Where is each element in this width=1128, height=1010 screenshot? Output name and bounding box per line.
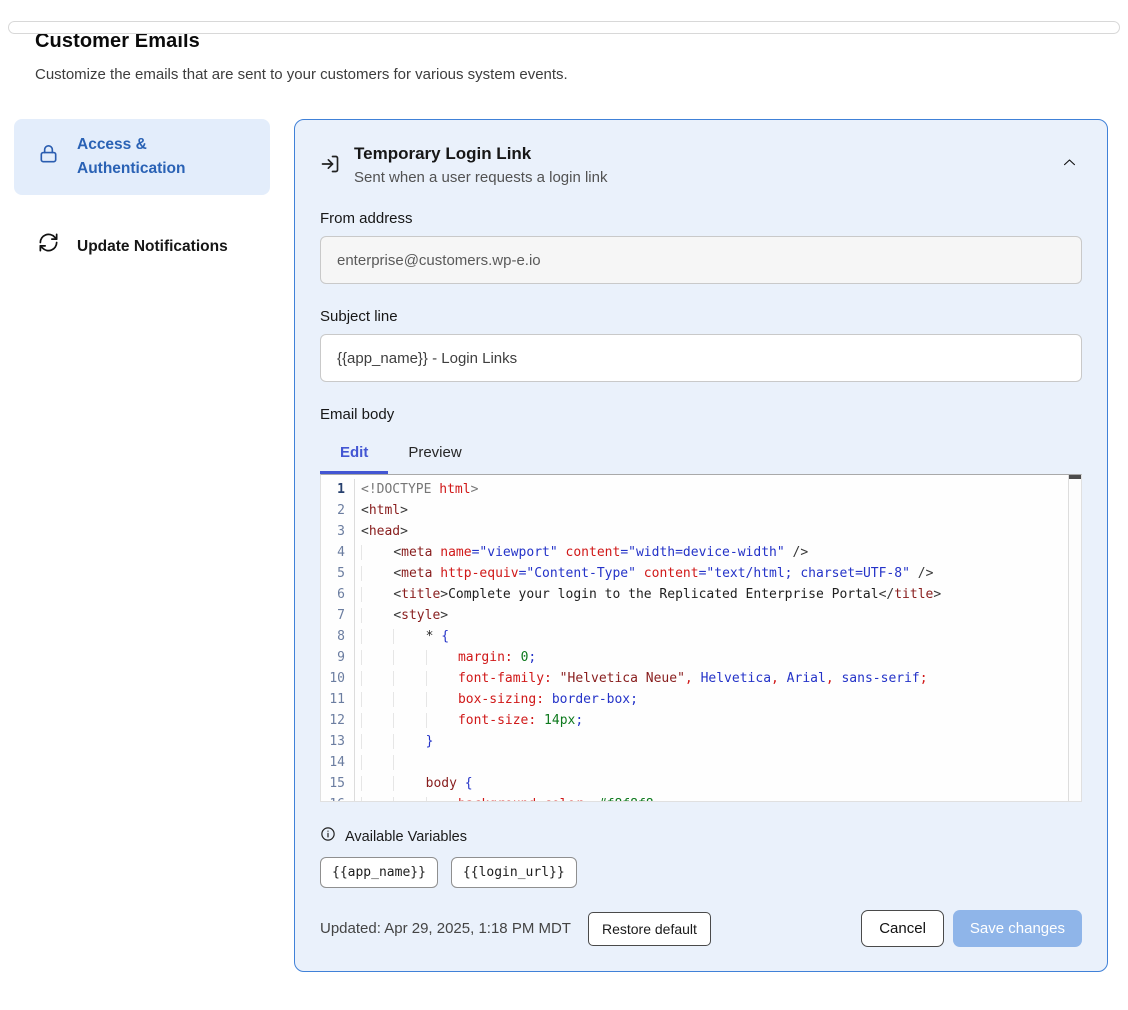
code-text: } bbox=[355, 731, 433, 752]
code-text: font-size: 14px; bbox=[355, 710, 583, 731]
code-text: <html> bbox=[355, 500, 408, 521]
code-line: 9 margin: 0; bbox=[321, 647, 1081, 668]
line-number: 12 bbox=[321, 710, 355, 731]
from-address-input[interactable] bbox=[320, 236, 1082, 284]
code-text: background-color: #f8f8f8; bbox=[355, 794, 661, 802]
code-line: 3<head> bbox=[321, 521, 1081, 542]
lock-icon bbox=[37, 142, 60, 173]
panel-title: Temporary Login Link bbox=[354, 144, 1043, 164]
line-number: 13 bbox=[321, 731, 355, 752]
from-address-label: From address bbox=[320, 210, 1082, 227]
line-number: 14 bbox=[321, 752, 355, 773]
line-number: 11 bbox=[321, 689, 355, 710]
variable-chip-login-url[interactable]: {{login_url}} bbox=[451, 857, 577, 888]
panel-header: Temporary Login Link Sent when a user re… bbox=[320, 144, 1082, 186]
code-text: <style> bbox=[355, 605, 448, 626]
subject-line-input[interactable] bbox=[320, 334, 1082, 382]
sidebar-item-label: Access & Authentication bbox=[77, 133, 252, 181]
code-text: <head> bbox=[355, 521, 408, 542]
line-number: 15 bbox=[321, 773, 355, 794]
tab-edit[interactable]: Edit bbox=[320, 435, 388, 474]
line-number: 8 bbox=[321, 626, 355, 647]
line-number: 6 bbox=[321, 584, 355, 605]
available-variables-row: Available Variables bbox=[320, 826, 1082, 847]
sidebar-item-access-authentication[interactable]: Access & Authentication bbox=[14, 119, 270, 195]
code-text bbox=[355, 752, 426, 773]
line-number: 10 bbox=[321, 668, 355, 689]
code-lines: 1<!DOCTYPE html>2<html>3<head>4 <meta na… bbox=[321, 475, 1081, 802]
line-number: 16 bbox=[321, 794, 355, 802]
cancel-button[interactable]: Cancel bbox=[861, 910, 944, 947]
code-line: 1<!DOCTYPE html> bbox=[321, 479, 1081, 500]
code-line: 11 box-sizing: border-box; bbox=[321, 689, 1081, 710]
updated-timestamp: Updated: Apr 29, 2025, 1:18 PM MDT bbox=[320, 920, 571, 937]
sidebar-item-label: Update Notifications bbox=[77, 235, 228, 259]
save-changes-button[interactable]: Save changes bbox=[953, 910, 1082, 947]
code-text: box-sizing: border-box; bbox=[355, 689, 638, 710]
code-line: 6 <title>Complete your login to the Repl… bbox=[321, 584, 1081, 605]
line-number: 9 bbox=[321, 647, 355, 668]
variable-chips: {{app_name}} {{login_url}} bbox=[320, 857, 1082, 888]
temporary-login-link-panel: Temporary Login Link Sent when a user re… bbox=[294, 119, 1108, 972]
previous-card-bottom-edge bbox=[8, 21, 1120, 34]
info-icon bbox=[320, 826, 336, 847]
refresh-icon bbox=[37, 231, 60, 262]
code-line: 12 font-size: 14px; bbox=[321, 710, 1081, 731]
code-text: font-family: "Helvetica Neue", Helvetica… bbox=[355, 668, 928, 689]
available-variables-label: Available Variables bbox=[345, 829, 467, 845]
chevron-up-icon bbox=[1061, 159, 1078, 174]
code-editor[interactable]: 1<!DOCTYPE html>2<html>3<head>4 <meta na… bbox=[320, 474, 1082, 802]
page-description: Customize the emails that are sent to yo… bbox=[35, 66, 1128, 83]
line-number: 1 bbox=[321, 479, 355, 500]
code-line: 10 font-family: "Helvetica Neue", Helvet… bbox=[321, 668, 1081, 689]
code-text: <!DOCTYPE html> bbox=[355, 479, 478, 500]
line-number: 4 bbox=[321, 542, 355, 563]
email-body-label: Email body bbox=[320, 406, 1082, 423]
code-text: body { bbox=[355, 773, 473, 794]
collapse-panel-button[interactable] bbox=[1057, 150, 1082, 178]
code-text: * { bbox=[355, 626, 449, 647]
email-body-tabs: EditPreview bbox=[320, 435, 1082, 474]
editor-scrollbar[interactable] bbox=[1068, 475, 1081, 801]
code-line: 13 } bbox=[321, 731, 1081, 752]
restore-default-button[interactable]: Restore default bbox=[588, 912, 711, 946]
editor-scrollbar-thumb[interactable] bbox=[1069, 475, 1081, 479]
panel-header-text: Temporary Login Link Sent when a user re… bbox=[354, 144, 1043, 186]
code-line: 8 * { bbox=[321, 626, 1081, 647]
code-text: <meta http-equiv="Content-Type" content=… bbox=[355, 563, 933, 584]
code-line: 7 <style> bbox=[321, 605, 1081, 626]
code-line: 2<html> bbox=[321, 500, 1081, 521]
code-line: 16 background-color: #f8f8f8; bbox=[321, 794, 1081, 802]
panel-subtitle: Sent when a user requests a login link bbox=[354, 169, 1043, 186]
code-line: 14 bbox=[321, 752, 1081, 773]
code-line: 4 <meta name="viewport" content="width=d… bbox=[321, 542, 1081, 563]
line-number: 3 bbox=[321, 521, 355, 542]
email-types-sidebar: Access & Authentication Update Notificati… bbox=[14, 119, 270, 276]
sidebar-item-update-notifications[interactable]: Update Notifications bbox=[14, 217, 270, 276]
line-number: 5 bbox=[321, 563, 355, 584]
code-text: <title>Complete your login to the Replic… bbox=[355, 584, 941, 605]
line-number: 7 bbox=[321, 605, 355, 626]
content-layout: Access & Authentication Update Notificati… bbox=[0, 119, 1128, 972]
code-line: 5 <meta http-equiv="Content-Type" conten… bbox=[321, 563, 1081, 584]
line-number: 2 bbox=[321, 500, 355, 521]
panel-footer: Updated: Apr 29, 2025, 1:18 PM MDT Resto… bbox=[320, 910, 1082, 947]
subject-line-label: Subject line bbox=[320, 308, 1082, 325]
login-icon bbox=[320, 154, 340, 179]
code-line: 15 body { bbox=[321, 773, 1081, 794]
tab-preview[interactable]: Preview bbox=[388, 435, 481, 474]
variable-chip-app-name[interactable]: {{app_name}} bbox=[320, 857, 438, 888]
code-text: margin: 0; bbox=[355, 647, 536, 668]
code-text: <meta name="viewport" content="width=dev… bbox=[355, 542, 808, 563]
